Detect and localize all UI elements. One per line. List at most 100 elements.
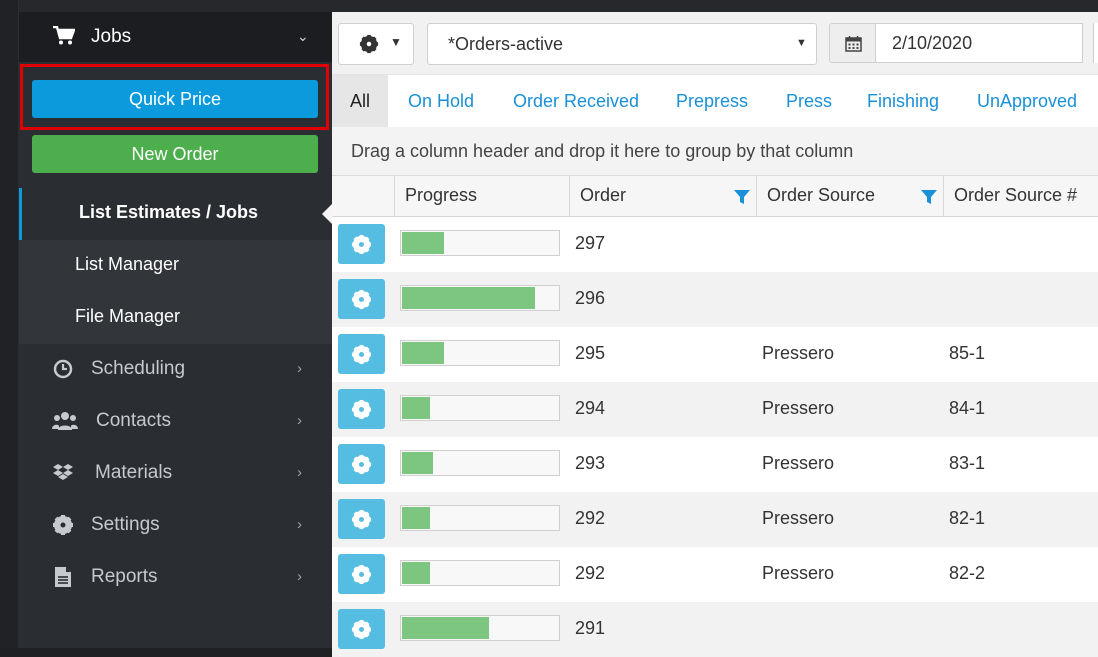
row-actions-button[interactable] bbox=[338, 279, 385, 319]
order-cell[interactable]: 291 bbox=[575, 618, 605, 639]
row-actions-button[interactable] bbox=[338, 499, 385, 539]
calendar-button[interactable] bbox=[829, 23, 876, 63]
group-drop-area[interactable]: Drag a column header and drop it here to… bbox=[332, 127, 1098, 176]
column-header-order[interactable]: Order bbox=[569, 176, 757, 216]
sidebar-item-contacts[interactable]: Contacts › bbox=[19, 396, 332, 448]
chevron-right-icon: › bbox=[297, 412, 302, 429]
progress-bar bbox=[400, 450, 560, 476]
sidebar-item-settings[interactable]: Settings › bbox=[19, 500, 332, 552]
filter-icon[interactable] bbox=[734, 189, 750, 205]
tab-prepress[interactable]: Prepress bbox=[676, 75, 748, 127]
row-actions-button[interactable] bbox=[338, 334, 385, 374]
order-source-cell: Pressero bbox=[762, 508, 835, 528]
tab-press[interactable]: Press bbox=[786, 75, 832, 127]
progress-bar bbox=[400, 395, 560, 421]
table-row[interactable]: 295 Pressero 85-1 bbox=[332, 327, 1098, 382]
sidebar-item-label: File Manager bbox=[75, 306, 181, 326]
group-hint: Drag a column header and drop it here to… bbox=[351, 141, 854, 161]
sidebar-item-label: Settings bbox=[91, 514, 160, 535]
users-icon bbox=[52, 410, 78, 432]
sidebar-item-label: Reports bbox=[91, 566, 158, 587]
sidebar-item-label: Scheduling bbox=[91, 358, 186, 379]
order-cell[interactable]: 297 bbox=[575, 233, 605, 254]
main-content: ▼ *Orders-active ▼ 2/10/2020 All On Hold… bbox=[332, 12, 1098, 657]
row-actions-button[interactable] bbox=[338, 554, 385, 594]
order-cell[interactable]: 294 bbox=[575, 398, 605, 419]
chevron-right-icon: › bbox=[297, 360, 302, 377]
shopping-cart-icon bbox=[53, 25, 76, 52]
order-source-cell: Pressero bbox=[762, 563, 835, 583]
sidebar-item-list-estimates-jobs[interactable]: List Estimates / Jobs bbox=[19, 188, 332, 240]
table-row[interactable]: 292 Pressero 82-1 bbox=[332, 492, 1098, 547]
file-icon bbox=[52, 566, 74, 588]
column-header-label: Order bbox=[580, 185, 627, 205]
date-picker: 2/10/2020 bbox=[829, 23, 1098, 63]
row-actions-button[interactable] bbox=[338, 609, 385, 649]
sidebar-section-jobs[interactable]: Jobs ⌄ bbox=[19, 12, 332, 62]
view-select[interactable]: *Orders-active ▼ bbox=[427, 23, 817, 65]
sidebar-item-list-manager[interactable]: List Manager bbox=[19, 240, 332, 292]
order-source-cell: Pressero bbox=[762, 398, 835, 418]
filter-icon[interactable] bbox=[921, 189, 937, 205]
column-header-order-source[interactable]: Order Source bbox=[756, 176, 944, 216]
progress-bar bbox=[400, 340, 560, 366]
column-header-progress[interactable]: Progress bbox=[394, 176, 570, 216]
sidebar-item-label: List Estimates / Jobs bbox=[79, 202, 259, 222]
toolbar: ▼ *Orders-active ▼ 2/10/2020 bbox=[332, 12, 1098, 74]
progress-fill bbox=[402, 232, 444, 254]
sidebar-section-label: Jobs bbox=[91, 26, 132, 47]
tab-order-received[interactable]: Order Received bbox=[513, 75, 639, 127]
jobs-submenu: List Estimates / Jobs List Manager File … bbox=[19, 188, 332, 344]
order-cell[interactable]: 293 bbox=[575, 453, 605, 474]
left-edge-strip bbox=[0, 0, 19, 648]
gear-icon bbox=[359, 34, 379, 54]
caret-down-icon: ▼ bbox=[796, 37, 807, 49]
sidebar-item-scheduling[interactable]: Scheduling › bbox=[19, 344, 332, 396]
sidebar-item-label: List Manager bbox=[75, 254, 180, 274]
table-row[interactable]: 296 bbox=[332, 272, 1098, 327]
sidebar-item-reports[interactable]: Reports › bbox=[19, 552, 332, 604]
highlight-box bbox=[20, 64, 329, 130]
progress-fill bbox=[402, 452, 433, 474]
table-row[interactable]: 297 bbox=[332, 217, 1098, 272]
order-cell[interactable]: 295 bbox=[575, 343, 605, 364]
tab-on-hold[interactable]: On Hold bbox=[408, 75, 474, 127]
grid-header: Progress Order Order Source Order Source… bbox=[332, 176, 1098, 217]
sidebar-item-materials[interactable]: Materials › bbox=[19, 448, 332, 500]
top-strip bbox=[0, 0, 1098, 12]
progress-fill bbox=[402, 617, 489, 639]
tab-all[interactable]: All bbox=[332, 75, 388, 127]
tab-unapproved[interactable]: UnApproved bbox=[977, 75, 1077, 127]
active-indicator bbox=[19, 188, 22, 240]
table-row[interactable]: 291 bbox=[332, 602, 1098, 657]
order-cell[interactable]: 292 bbox=[575, 563, 605, 584]
row-actions-button[interactable] bbox=[338, 444, 385, 484]
table-row[interactable]: 294 Pressero 84-1 bbox=[332, 382, 1098, 437]
column-header-order-source-number[interactable]: Order Source # bbox=[943, 176, 1098, 216]
progress-bar bbox=[400, 285, 560, 311]
view-select-value: *Orders-active bbox=[448, 34, 564, 54]
table-row[interactable]: 293 Pressero 83-1 bbox=[332, 437, 1098, 492]
new-order-button[interactable]: New Order bbox=[32, 135, 318, 173]
gear-icon bbox=[52, 514, 74, 536]
order-cell[interactable]: 296 bbox=[575, 288, 605, 309]
order-source-cell: Pressero bbox=[762, 453, 835, 473]
tab-finishing[interactable]: Finishing bbox=[867, 75, 939, 127]
order-source-number-cell: 82-2 bbox=[949, 563, 986, 583]
progress-fill bbox=[402, 397, 430, 419]
column-header-label: Order Source # bbox=[954, 185, 1078, 205]
sidebar-item-file-manager[interactable]: File Manager bbox=[19, 292, 332, 344]
row-actions-button[interactable] bbox=[338, 224, 385, 264]
date-input[interactable]: 2/10/2020 bbox=[875, 23, 1083, 63]
chevron-down-icon: ⌄ bbox=[297, 28, 309, 44]
calendar-icon bbox=[845, 36, 862, 52]
order-source-number-cell: 83-1 bbox=[949, 453, 986, 473]
status-tabs: All On Hold Order Received Prepress Pres… bbox=[332, 74, 1098, 128]
clock-icon bbox=[52, 358, 74, 380]
chevron-right-icon: › bbox=[297, 568, 302, 585]
table-row[interactable]: 292 Pressero 82-2 bbox=[332, 547, 1098, 602]
dropbox-icon bbox=[52, 462, 74, 484]
order-cell[interactable]: 292 bbox=[575, 508, 605, 529]
actions-gear-dropdown[interactable]: ▼ bbox=[338, 23, 414, 65]
row-actions-button[interactable] bbox=[338, 389, 385, 429]
